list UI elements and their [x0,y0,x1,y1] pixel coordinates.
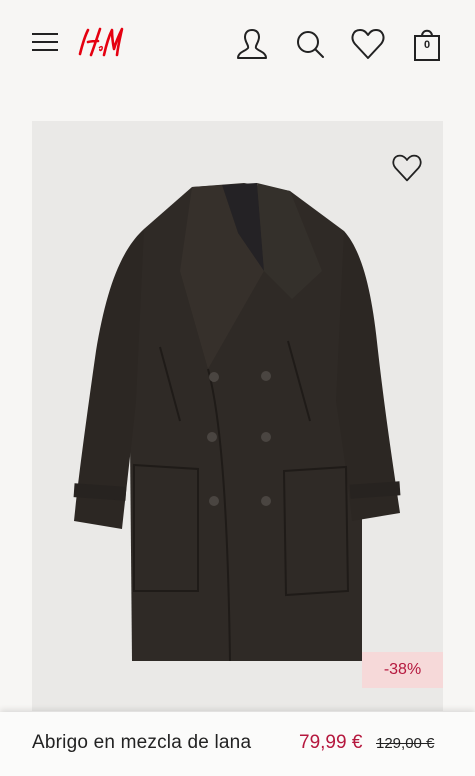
add-to-favorites-button[interactable] [390,151,424,185]
product-name[interactable]: Abrigo en mezcla de lana [32,732,251,754]
header: 0 [0,0,475,90]
account-icon [237,29,267,59]
original-price: 129,00 € [376,735,435,752]
product-card[interactable]: -38% [32,121,443,711]
sale-price: 79,99 € [299,732,363,753]
favorites-button[interactable] [348,24,388,64]
coat-image[interactable] [32,121,443,711]
bag-count: 0 [423,39,431,51]
brand-logo[interactable] [74,22,124,62]
hm-logo [78,27,124,57]
hamburger-menu-icon [32,33,58,51]
heart-icon [392,154,422,182]
search-button[interactable] [292,26,328,62]
account-button[interactable] [232,24,272,64]
heart-icon [351,29,385,59]
shopping-bag-button[interactable]: 0 [408,24,446,64]
search-icon [297,31,324,58]
menu-button[interactable] [30,28,60,56]
product-info-bar[interactable]: Abrigo en mezcla de lana 79,99 € 129,00 … [0,712,475,776]
discount-badge: -38% [362,652,443,688]
